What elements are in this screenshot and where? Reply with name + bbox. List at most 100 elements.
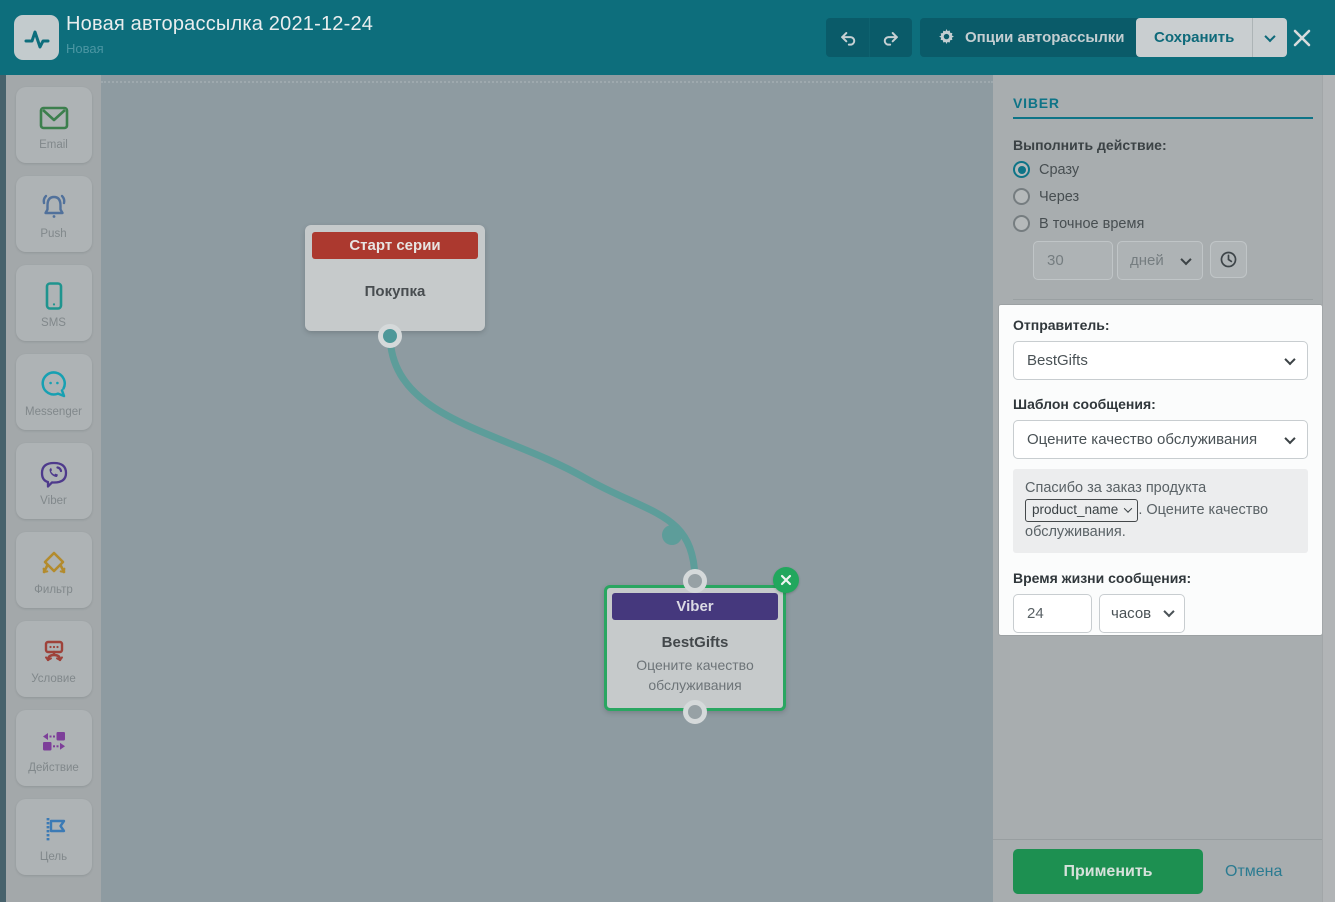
radio-input (1013, 188, 1030, 205)
palette-item-label: Действие (28, 761, 79, 774)
palette-item-sms[interactable]: SMS (15, 265, 92, 341)
app-header: Новая авторассылка 2021-12-24 Новая Опци… (0, 0, 1335, 75)
settings-panel: VIBER Выполнить действие: Сразу Через В … (993, 75, 1322, 902)
palette-item-label: Фильтр (34, 583, 73, 596)
connector-port-start-out[interactable] (378, 324, 402, 348)
delay-value-input[interactable] (1033, 241, 1113, 280)
sender-value: BestGifts (1027, 352, 1088, 369)
save-dropdown-button[interactable] (1252, 18, 1287, 57)
palette-item-label: Условие (31, 672, 76, 685)
message-preview: Спасибо за заказ продукта product_name .… (1013, 469, 1308, 553)
ttl-label: Время жизни сообщения: (1013, 569, 1192, 586)
close-editor-button[interactable] (1286, 22, 1318, 54)
undo-redo-group (826, 18, 912, 57)
section-divider (1013, 299, 1313, 300)
save-button[interactable]: Сохранить (1136, 18, 1252, 57)
condition-branch-icon (36, 634, 72, 670)
cancel-button[interactable]: Отмена (1225, 849, 1282, 894)
palette-item-filter[interactable]: Фильтр (15, 532, 92, 608)
viber-node-title: BestGifts (661, 634, 729, 651)
undo-icon (838, 28, 858, 48)
palette-item-label: SMS (41, 316, 66, 329)
canvas-drop-guide (101, 81, 993, 83)
palette-item-messenger[interactable]: Messenger (15, 354, 92, 430)
flow-canvas[interactable]: Старт серии Покупка Viber BestGifts Оцен… (101, 75, 993, 902)
undo-button[interactable] (826, 18, 869, 57)
clock-icon (1219, 250, 1238, 269)
panel-scrollbar[interactable] (1322, 75, 1335, 902)
save-label: Сохранить (1154, 29, 1235, 46)
viber-bubble-icon (36, 456, 72, 492)
close-icon (780, 574, 792, 586)
palette-item-action[interactable]: Действие (15, 710, 92, 786)
redo-button[interactable] (869, 18, 912, 57)
chevron-down-icon (1124, 504, 1133, 514)
radio-input (1013, 215, 1030, 232)
viber-node[interactable]: Viber BestGifts Оцените качество обслужи… (604, 585, 786, 711)
start-node-header: Старт серии (312, 232, 478, 259)
panel-title-rule (1013, 117, 1313, 119)
palette-item-label: Viber (40, 494, 67, 507)
radio-exact-time[interactable]: В точное время (1013, 215, 1144, 232)
chevron-down-icon (1284, 432, 1296, 444)
sender-select[interactable]: BestGifts (1013, 341, 1308, 380)
radio-input (1013, 161, 1030, 178)
goal-flag-icon (36, 812, 72, 848)
radio-immediately[interactable]: Сразу (1013, 161, 1079, 178)
viber-node-subtitle: Оцените качество обслуживания (636, 657, 754, 694)
palette-item-goal[interactable]: Цель (15, 799, 92, 875)
title-block: Новая авторассылка 2021-12-24 Новая (66, 13, 373, 56)
gear-icon (938, 29, 955, 46)
ttl-unit-select[interactable]: часов (1099, 593, 1185, 633)
delay-unit-select[interactable]: дней (1117, 241, 1203, 280)
palette-item-push[interactable]: Push (15, 176, 92, 252)
palette-item-label: Email (39, 138, 68, 151)
product-name-select[interactable]: product_name (1025, 499, 1139, 523)
ttl-unit-value: часов (1111, 604, 1152, 622)
viber-node-header: Viber (612, 593, 778, 620)
radio-label: Через (1039, 188, 1080, 205)
start-node[interactable]: Старт серии Покупка (305, 225, 485, 331)
sms-phone-icon (36, 278, 72, 314)
connector-port-viber-in[interactable] (683, 569, 707, 593)
page-subtitle: Новая (66, 41, 104, 56)
email-icon (36, 100, 72, 136)
ttl-value-input[interactable] (1013, 593, 1092, 633)
connector-port-viber-out[interactable] (683, 700, 707, 724)
radio-label: Сразу (1039, 161, 1080, 178)
delay-unit-value: дней (1130, 252, 1164, 269)
filter-diamond-icon (36, 545, 72, 581)
automailing-options-button[interactable]: Опции авторассылки (920, 18, 1143, 57)
palette-item-label: Цель (39, 850, 68, 863)
apply-button[interactable]: Применить (1013, 849, 1203, 894)
close-icon (1290, 26, 1314, 50)
delete-node-button[interactable] (773, 567, 799, 593)
chevron-down-icon (1264, 30, 1276, 42)
product-name-value: product_name (1032, 502, 1119, 518)
action-label: Выполнить действие: (1013, 137, 1167, 153)
sender-label: Отправитель: (1013, 317, 1110, 333)
app-logo (14, 15, 59, 60)
template-value: Оцените качество обслуживания (1027, 431, 1258, 448)
connector-line (386, 332, 699, 582)
template-select[interactable]: Оцените качество обслуживания (1013, 420, 1308, 459)
start-node-body: Покупка (364, 283, 426, 300)
palette-item-viber[interactable]: Viber (15, 443, 92, 519)
messenger-chat-icon (36, 367, 72, 403)
chevron-down-icon (1180, 253, 1192, 265)
panel-footer: Применить Отмена (993, 839, 1322, 902)
chevron-down-icon (1284, 353, 1296, 365)
action-arrows-icon (36, 723, 72, 759)
page-title: Новая авторассылка 2021-12-24 (66, 13, 374, 35)
palette-item-condition[interactable]: Условие (15, 621, 92, 697)
save-split-button: Сохранить (1136, 18, 1288, 57)
palette-item-label: Messenger (25, 405, 82, 418)
pulse-icon (21, 22, 53, 54)
panel-title: VIBER (1013, 95, 1060, 111)
exact-time-button[interactable] (1210, 241, 1247, 278)
push-bell-icon (36, 189, 72, 225)
redo-icon (881, 28, 901, 48)
palette-item-email[interactable]: Email (15, 87, 92, 163)
radio-after-delay[interactable]: Через (1013, 188, 1079, 205)
preview-text-before: Спасибо за заказ продукта (1025, 480, 1207, 496)
